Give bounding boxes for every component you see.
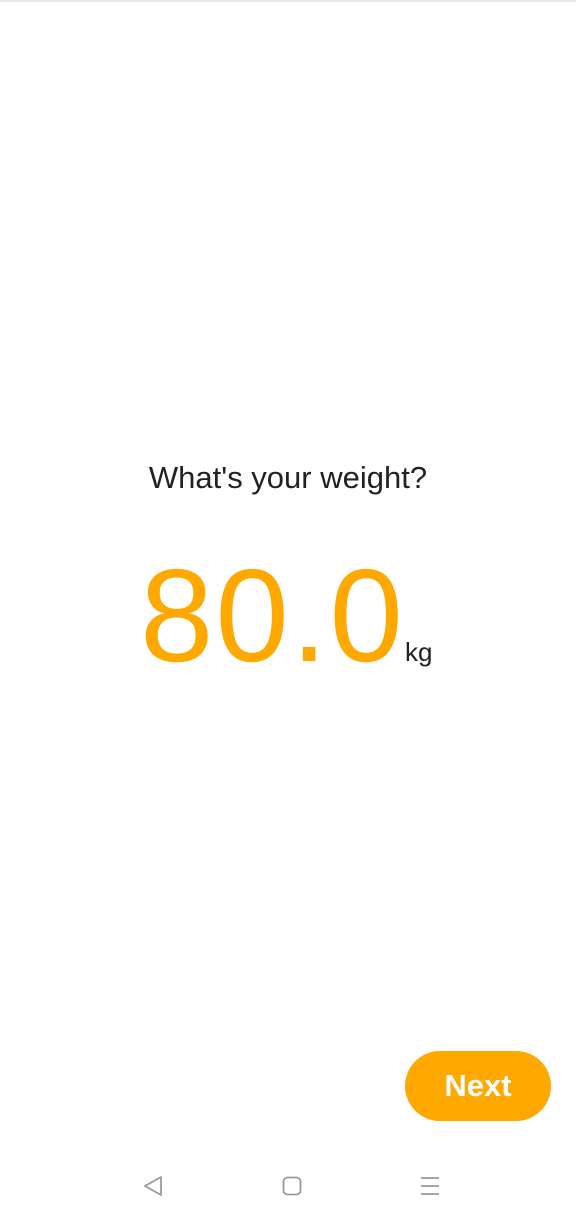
weight-question: What's your weight? bbox=[148, 460, 428, 495]
weight-entry-screen: What's your weight? 80.0 kg Next bbox=[0, 0, 576, 1219]
back-icon[interactable] bbox=[133, 1168, 173, 1204]
weight-unit: kg bbox=[405, 637, 433, 667]
weight-value[interactable]: 80.0 bbox=[140, 546, 405, 686]
menu-icon[interactable] bbox=[410, 1168, 450, 1204]
system-navigation-bar bbox=[0, 1150, 576, 1219]
next-button[interactable]: Next bbox=[405, 1051, 551, 1121]
top-divider bbox=[0, 0, 576, 2]
home-icon[interactable] bbox=[272, 1168, 312, 1204]
